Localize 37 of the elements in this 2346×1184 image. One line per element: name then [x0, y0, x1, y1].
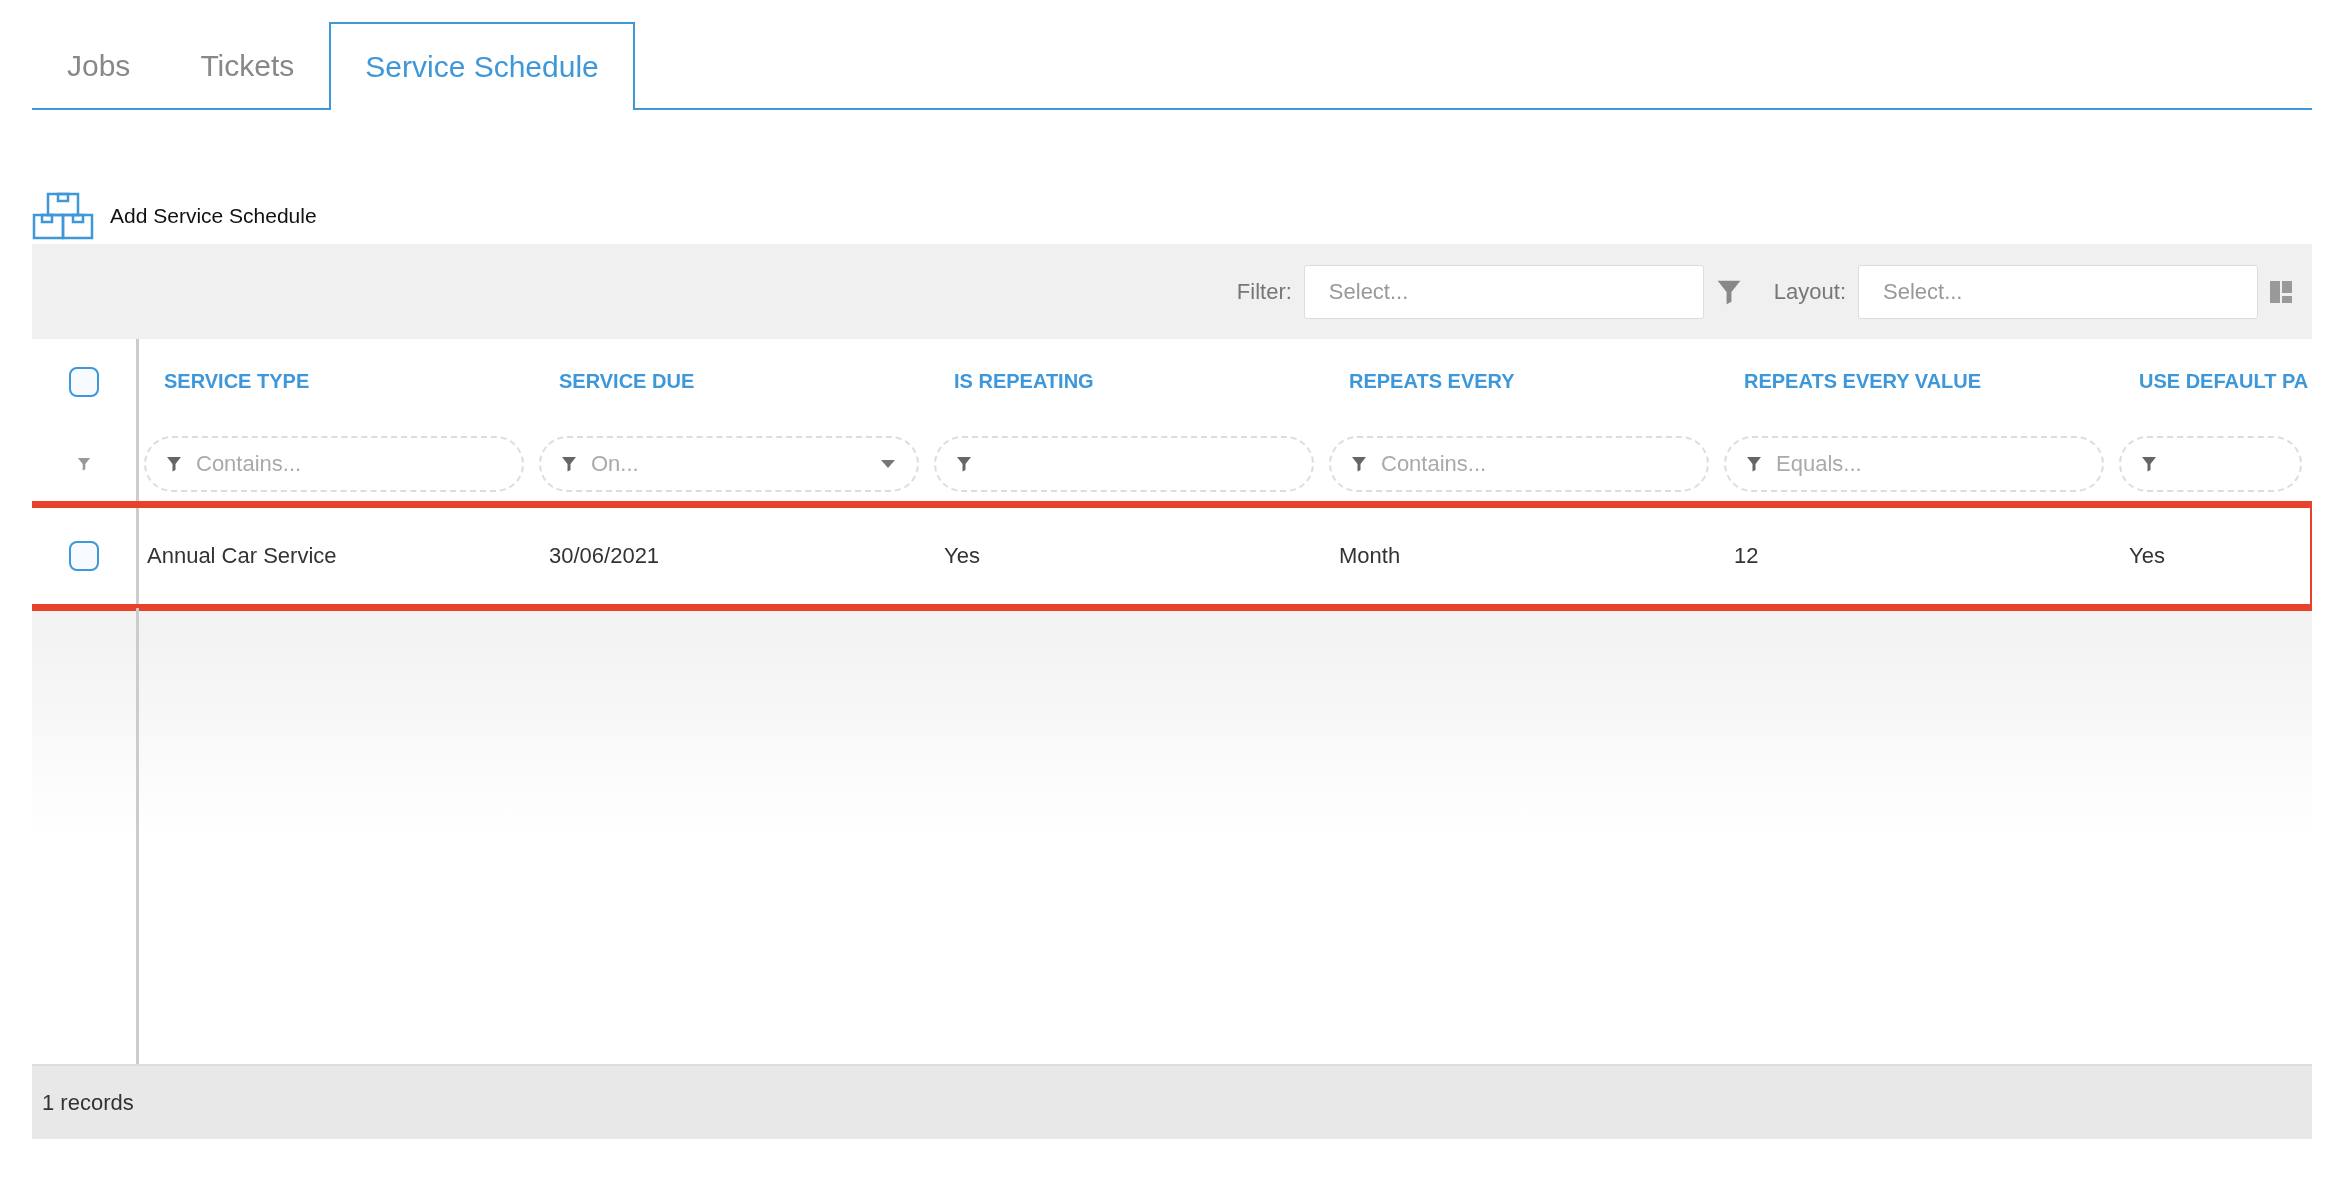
filter-icon	[2141, 456, 2157, 472]
column-filter-field[interactable]: Contains...	[1329, 436, 1709, 492]
add-service-schedule-link[interactable]: Add Service Schedule	[110, 204, 317, 228]
row-checkbox[interactable]	[69, 541, 99, 571]
table-cell-text: Yes	[943, 543, 981, 569]
column-filter-field[interactable]: Contains...	[144, 436, 524, 492]
filter-icon	[956, 456, 972, 472]
table-row[interactable]: Annual Car Service 30/06/2021 Yes Month 12 Yes	[32, 504, 2312, 608]
layout-select[interactable]: Select...	[1858, 264, 2258, 319]
filter-icon	[166, 456, 182, 472]
filter-select[interactable]: Select...	[1303, 264, 1704, 319]
filter-icon	[1746, 456, 1762, 472]
layout-label: Layout:	[1773, 278, 1846, 305]
column-header[interactable]: IS REPEATING	[929, 370, 1324, 393]
column-filter-field[interactable]: On...	[539, 436, 919, 492]
table-cell-text: 30/06/2021	[548, 543, 661, 569]
record-count: 1 records	[42, 1089, 134, 1116]
table-cell-text: Yes	[2128, 543, 2166, 569]
table-cell-text: 12	[1733, 543, 1760, 569]
column-header[interactable]: SERVICE TYPE	[139, 370, 534, 393]
table-cell-text: Month	[1338, 543, 1402, 569]
filter-label: Filter:	[1236, 278, 1292, 305]
column-filter-field[interactable]: Equals...	[1724, 436, 2104, 492]
filter-icon	[561, 456, 577, 472]
boxes-icon[interactable]	[32, 192, 94, 240]
filter-icon	[1715, 278, 1742, 305]
select-all-checkbox[interactable]	[69, 366, 99, 397]
column-header[interactable]: REPEATS EVERY VALUE	[1719, 370, 2114, 393]
table-cell-text: Annual Car Service	[146, 543, 338, 569]
column-header[interactable]: REPEATS EVERY	[1324, 370, 1719, 393]
filter-icon	[1351, 456, 1367, 472]
layout-icon[interactable]	[2270, 280, 2292, 303]
caret-icon	[881, 460, 895, 468]
filter-icon	[77, 457, 91, 471]
column-header[interactable]: SERVICE DUE	[534, 370, 929, 393]
tab[interactable]: Service Schedule	[329, 22, 635, 110]
column-header[interactable]: USE DEFAULT PA	[2114, 370, 2312, 393]
